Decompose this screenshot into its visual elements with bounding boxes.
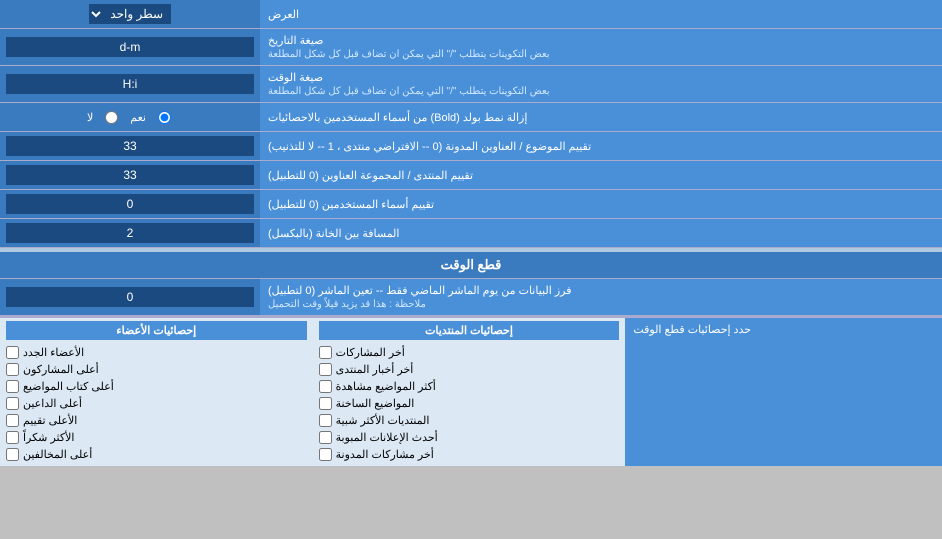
bold-no-radio[interactable] (105, 111, 118, 124)
date-format-input-wrapper[interactable] (0, 29, 260, 65)
bold-remove-input-wrapper[interactable]: نعم لا (0, 103, 260, 131)
members-check-4: الأعلى تقييم (6, 412, 307, 429)
bold-yes-radio[interactable] (158, 111, 171, 124)
checkbox-members-4[interactable] (6, 414, 19, 427)
main-container: العرض سطر واحد سطرين ثلاثة أسطر صيغة الت… (0, 0, 942, 466)
date-format-input[interactable] (6, 37, 254, 57)
realtime-input[interactable] (6, 287, 254, 307)
checkbox-forums-0[interactable] (319, 346, 332, 359)
spacing-row: المسافة بين الخانة (بالبكسل) (0, 219, 942, 248)
sort-topics-row: تقييم الموضوع / العناوين المدونة (0 -- ا… (0, 132, 942, 161)
members-check-2: أعلى كتاب المواضيع (6, 378, 307, 395)
header-row: العرض سطر واحد سطرين ثلاثة أسطر (0, 0, 942, 29)
bold-remove-label: إزالة نمط بولد (Bold) من أسماء المستخدمي… (260, 103, 942, 131)
spacing-input-wrapper[interactable] (0, 219, 260, 247)
forums-stats-col: إحصائيات المنتديات أخر المشاركات أخر أخب… (313, 318, 626, 466)
bold-no-label: لا (87, 111, 93, 124)
bold-yes-label: نعم (130, 111, 146, 124)
header-label: العرض (260, 0, 942, 28)
checkbox-members-0[interactable] (6, 346, 19, 359)
checkbox-members-2[interactable] (6, 380, 19, 393)
sort-topics-input[interactable] (6, 136, 254, 156)
date-format-label: صيغة التاريخ بعض التكوينات يتطلب "/" الت… (260, 29, 942, 65)
spacing-input[interactable] (6, 223, 254, 243)
checkbox-forums-1[interactable] (319, 363, 332, 376)
sort-users-label: تقييم أسماء المستخدمين (0 للتطبيل) (260, 190, 942, 218)
sort-forum-label: تقييم المنتدى / المجموعة العناوين (0 للت… (260, 161, 942, 189)
display-select[interactable]: سطر واحد سطرين ثلاثة أسطر (89, 4, 171, 24)
stats-section-label: حدد إحصائيات قطع الوقت (625, 318, 942, 466)
checkbox-forums-6[interactable] (319, 448, 332, 461)
checkbox-members-3[interactable] (6, 397, 19, 410)
members-check-1: أعلى المشاركون (6, 361, 307, 378)
checkbox-forums-2[interactable] (319, 380, 332, 393)
time-format-input[interactable] (6, 74, 254, 94)
members-check-5: الأكثر شكراً (6, 429, 307, 446)
members-stats-header: إحصائيات الأعضاء (6, 321, 307, 340)
checkbox-forums-5[interactable] (319, 431, 332, 444)
sort-users-row: تقييم أسماء المستخدمين (0 للتطبيل) (0, 190, 942, 219)
sort-forum-input[interactable] (6, 165, 254, 185)
checkbox-members-6[interactable] (6, 448, 19, 461)
forums-check-3: المواضيع الساخنة (319, 395, 620, 412)
forums-check-1: أخر أخبار المنتدى (319, 361, 620, 378)
realtime-row: فرز البيانات من يوم الماشر الماضي فقط --… (0, 279, 942, 316)
checkbox-members-5[interactable] (6, 431, 19, 444)
sort-users-input[interactable] (6, 194, 254, 214)
spacing-label: المسافة بين الخانة (بالبكسل) (260, 219, 942, 247)
header-input[interactable]: سطر واحد سطرين ثلاثة أسطر (0, 0, 260, 28)
bottom-section: حدد إحصائيات قطع الوقت إحصائيات المنتديا… (0, 316, 942, 466)
members-check-0: الأعضاء الجدد (6, 344, 307, 361)
bold-remove-row: إزالة نمط بولد (Bold) من أسماء المستخدمي… (0, 103, 942, 132)
members-check-3: أعلى الداعين (6, 395, 307, 412)
checkbox-forums-4[interactable] (319, 414, 332, 427)
bold-radio-group: نعم لا (79, 111, 181, 124)
realtime-label: فرز البيانات من يوم الماشر الماضي فقط --… (260, 279, 942, 315)
checkbox-members-1[interactable] (6, 363, 19, 376)
forums-check-6: أخر مشاركات المدونة (319, 446, 620, 463)
time-format-row: صيغة الوقت بعض التكوينات يتطلب "/" التي … (0, 66, 942, 103)
header-title: العرض (268, 8, 299, 21)
sort-forum-input-wrapper[interactable] (0, 161, 260, 189)
sort-topics-label: تقييم الموضوع / العناوين المدونة (0 -- ا… (260, 132, 942, 160)
sort-users-input-wrapper[interactable] (0, 190, 260, 218)
forums-stats-header: إحصائيات المنتديات (319, 321, 620, 340)
forums-check-4: المنتديات الأكثر شبية (319, 412, 620, 429)
members-stats-col: إحصائيات الأعضاء الأعضاء الجدد أعلى المش… (0, 318, 313, 466)
realtime-section-header: قطع الوقت (0, 252, 942, 279)
forums-check-0: أخر المشاركات (319, 344, 620, 361)
time-format-label: صيغة الوقت بعض التكوينات يتطلب "/" التي … (260, 66, 942, 102)
date-format-row: صيغة التاريخ بعض التكوينات يتطلب "/" الت… (0, 29, 942, 66)
members-check-6: أعلى المخالفين (6, 446, 307, 463)
forums-check-5: أحدث الإعلانات المبوبة (319, 429, 620, 446)
checkbox-forums-3[interactable] (319, 397, 332, 410)
forums-check-2: أكثر المواضيع مشاهدة (319, 378, 620, 395)
time-format-input-wrapper[interactable] (0, 66, 260, 102)
realtime-input-wrapper[interactable] (0, 279, 260, 315)
sort-topics-input-wrapper[interactable] (0, 132, 260, 160)
sort-forum-row: تقييم المنتدى / المجموعة العناوين (0 للت… (0, 161, 942, 190)
